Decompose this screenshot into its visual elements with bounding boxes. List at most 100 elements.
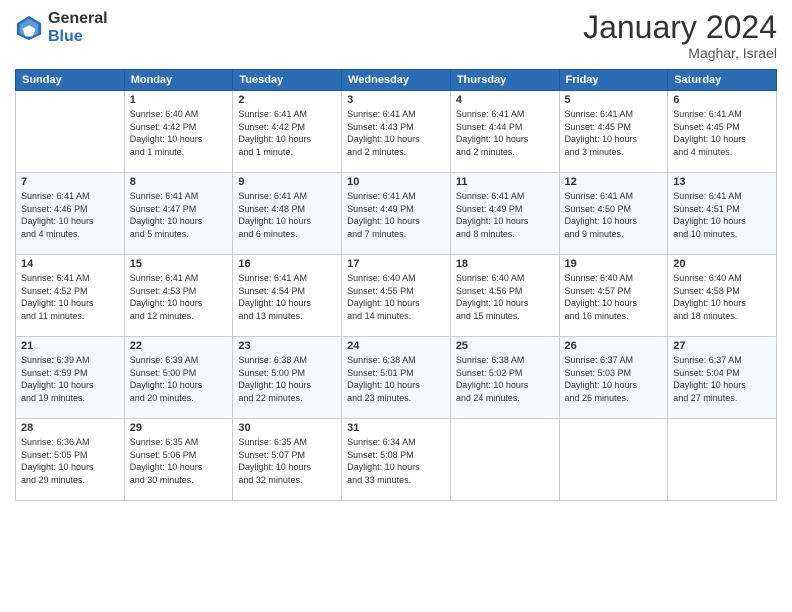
calendar-cell: 6Sunrise: 6:41 AM Sunset: 4:45 PM Daylig… [668,91,777,173]
day-info: Sunrise: 6:41 AM Sunset: 4:43 PM Dayligh… [347,108,445,158]
day-info: Sunrise: 6:41 AM Sunset: 4:47 PM Dayligh… [130,190,228,240]
day-number: 16 [238,258,336,270]
day-info: Sunrise: 6:41 AM Sunset: 4:44 PM Dayligh… [456,108,554,158]
weekday-header-wednesday: Wednesday [342,70,451,91]
day-info: Sunrise: 6:41 AM Sunset: 4:49 PM Dayligh… [347,190,445,240]
week-row-3: 14 Sunrise: 6:41 AM Sunset: 4:52 PM Dayli… [16,255,777,337]
calendar-cell: 12 Sunrise: 6:41 AM Sunset: 4:50 PM Dayli… [559,173,668,255]
calendar-cell [16,91,125,173]
weekday-header-sunday: Sunday [16,70,125,91]
month-title: January 2024 [583,10,777,45]
day-info: Sunrise: 6:41 AM Sunset: 4:48 PM Dayligh… [238,190,336,240]
day-number: 1 [130,94,228,106]
calendar-cell: 16Sunrise: 6:41 AM Sunset: 4:54 PM Dayli… [233,255,342,337]
day-number: 14 [21,258,119,270]
calendar-cell: 1Sunrise: 6:40 AM Sunset: 4:42 PM Daylig… [124,91,233,173]
day-number: 12 [565,176,663,188]
calendar-cell: 18Sunrise: 6:40 AM Sunset: 4:56 PM Dayli… [450,255,559,337]
day-number: 28 [21,422,119,434]
calendar-cell: 3 Sunrise: 6:41 AM Sunset: 4:43 PM Daylig… [342,91,451,173]
weekday-header-tuesday: Tuesday [233,70,342,91]
calendar-cell: 7Sunrise: 6:41 AM Sunset: 4:46 PM Daylig… [16,173,125,255]
calendar-cell: 22Sunrise: 6:39 AM Sunset: 5:00 PM Dayli… [124,337,233,419]
calendar-cell [668,419,777,501]
weekday-header-monday: Monday [124,70,233,91]
calendar-cell: 8 Sunrise: 6:41 AM Sunset: 4:47 PM Daylig… [124,173,233,255]
day-number: 19 [565,258,663,270]
calendar-cell: 30Sunrise: 6:35 AM Sunset: 5:07 PM Dayli… [233,419,342,501]
calendar-cell: 26 Sunrise: 6:37 AM Sunset: 5:03 PM Dayli… [559,337,668,419]
logo: General Blue [15,10,108,45]
week-row-2: 7Sunrise: 6:41 AM Sunset: 4:46 PM Daylig… [16,173,777,255]
calendar-cell: 9 Sunrise: 6:41 AM Sunset: 4:48 PM Daylig… [233,173,342,255]
day-number: 23 [238,340,336,352]
calendar-cell: 31 Sunrise: 6:34 AM Sunset: 5:08 PM Dayli… [342,419,451,501]
day-number: 8 [130,176,228,188]
day-number: 5 [565,94,663,106]
calendar-cell: 25Sunrise: 6:38 AM Sunset: 5:02 PM Dayli… [450,337,559,419]
day-number: 10 [347,176,445,188]
day-info: Sunrise: 6:39 AM Sunset: 4:59 PM Dayligh… [21,354,119,404]
day-info: Sunrise: 6:37 AM Sunset: 5:04 PM Dayligh… [673,354,771,404]
week-row-4: 21 Sunrise: 6:39 AM Sunset: 4:59 PM Dayli… [16,337,777,419]
day-info: Sunrise: 6:41 AM Sunset: 4:46 PM Dayligh… [21,190,119,240]
day-number: 26 [565,340,663,352]
calendar-cell [450,419,559,501]
calendar-cell: 13 Sunrise: 6:41 AM Sunset: 4:51 PM Dayli… [668,173,777,255]
day-info: Sunrise: 6:38 AM Sunset: 5:02 PM Dayligh… [456,354,554,404]
day-number: 15 [130,258,228,270]
calendar-page: General Blue January 2024 Maghar, Israel… [0,0,792,612]
day-info: Sunrise: 6:34 AM Sunset: 5:08 PM Dayligh… [347,436,445,486]
day-number: 3 [347,94,445,106]
calendar-cell: 23 Sunrise: 6:38 AM Sunset: 5:00 PM Dayli… [233,337,342,419]
logo-text: General Blue [48,10,108,45]
day-number: 24 [347,340,445,352]
day-info: Sunrise: 6:38 AM Sunset: 5:00 PM Dayligh… [238,354,336,404]
day-info: Sunrise: 6:41 AM Sunset: 4:50 PM Dayligh… [565,190,663,240]
calendar-cell: 17 Sunrise: 6:40 AM Sunset: 4:55 PM Dayli… [342,255,451,337]
day-info: Sunrise: 6:41 AM Sunset: 4:42 PM Dayligh… [238,108,336,158]
day-info: Sunrise: 6:40 AM Sunset: 4:55 PM Dayligh… [347,272,445,322]
calendar-cell: 11 Sunrise: 6:41 AM Sunset: 4:49 PM Dayli… [450,173,559,255]
day-info: Sunrise: 6:35 AM Sunset: 5:06 PM Dayligh… [130,436,228,486]
day-info: Sunrise: 6:38 AM Sunset: 5:01 PM Dayligh… [347,354,445,404]
calendar-cell: 20 Sunrise: 6:40 AM Sunset: 4:58 PM Dayli… [668,255,777,337]
day-number: 2 [238,94,336,106]
day-info: Sunrise: 6:40 AM Sunset: 4:58 PM Dayligh… [673,272,771,322]
weekday-header-saturday: Saturday [668,70,777,91]
day-number: 20 [673,258,771,270]
day-info: Sunrise: 6:41 AM Sunset: 4:52 PM Dayligh… [21,272,119,322]
week-row-1: 1Sunrise: 6:40 AM Sunset: 4:42 PM Daylig… [16,91,777,173]
day-number: 13 [673,176,771,188]
calendar-cell: 28 Sunrise: 6:36 AM Sunset: 5:05 PM Dayli… [16,419,125,501]
day-info: Sunrise: 6:37 AM Sunset: 5:03 PM Dayligh… [565,354,663,404]
day-info: Sunrise: 6:40 AM Sunset: 4:57 PM Dayligh… [565,272,663,322]
day-number: 11 [456,176,554,188]
day-info: Sunrise: 6:35 AM Sunset: 5:07 PM Dayligh… [238,436,336,486]
weekday-header-friday: Friday [559,70,668,91]
day-info: Sunrise: 6:41 AM Sunset: 4:51 PM Dayligh… [673,190,771,240]
title-area: January 2024 Maghar, Israel [583,10,777,61]
day-number: 31 [347,422,445,434]
day-info: Sunrise: 6:40 AM Sunset: 4:56 PM Dayligh… [456,272,554,322]
weekday-header-row: SundayMondayTuesdayWednesdayThursdayFrid… [16,70,777,91]
calendar-cell: 4 Sunrise: 6:41 AM Sunset: 4:44 PM Daylig… [450,91,559,173]
calendar-cell: 21 Sunrise: 6:39 AM Sunset: 4:59 PM Dayli… [16,337,125,419]
day-info: Sunrise: 6:41 AM Sunset: 4:45 PM Dayligh… [673,108,771,158]
day-number: 21 [21,340,119,352]
location: Maghar, Israel [583,45,777,61]
calendar-cell: 5Sunrise: 6:41 AM Sunset: 4:45 PM Daylig… [559,91,668,173]
day-number: 9 [238,176,336,188]
day-info: Sunrise: 6:41 AM Sunset: 4:49 PM Dayligh… [456,190,554,240]
weekday-header-thursday: Thursday [450,70,559,91]
calendar-cell: 27 Sunrise: 6:37 AM Sunset: 5:04 PM Dayli… [668,337,777,419]
logo-icon [15,14,43,42]
day-number: 4 [456,94,554,106]
day-number: 17 [347,258,445,270]
day-info: Sunrise: 6:36 AM Sunset: 5:05 PM Dayligh… [21,436,119,486]
day-number: 27 [673,340,771,352]
calendar-cell: 24 Sunrise: 6:38 AM Sunset: 5:01 PM Dayli… [342,337,451,419]
day-info: Sunrise: 6:39 AM Sunset: 5:00 PM Dayligh… [130,354,228,404]
calendar-cell: 14 Sunrise: 6:41 AM Sunset: 4:52 PM Dayli… [16,255,125,337]
calendar-cell: 19 Sunrise: 6:40 AM Sunset: 4:57 PM Dayli… [559,255,668,337]
